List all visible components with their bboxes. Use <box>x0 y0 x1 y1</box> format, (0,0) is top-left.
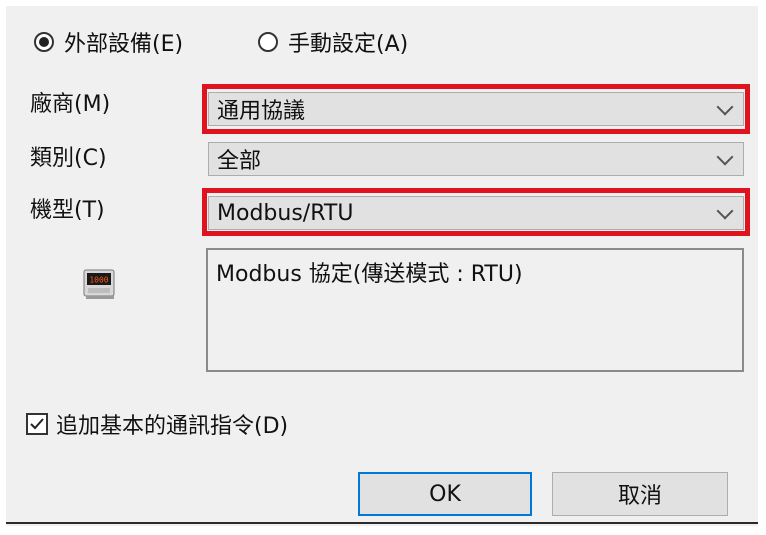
cancel-button[interactable]: 取消 <box>552 472 728 516</box>
device-display-text: 1000 <box>89 276 108 285</box>
radio-manual-setting-label: 手動設定(A) <box>288 32 409 57</box>
device-display-icon: 1000 <box>83 269 115 299</box>
chevron-down-icon <box>716 98 734 116</box>
chevron-down-icon <box>716 202 734 220</box>
category-select[interactable]: 全部 <box>208 142 744 176</box>
vendor-select-value: 通用協議 <box>217 99 306 124</box>
ok-button[interactable]: OK <box>358 472 532 516</box>
add-basic-commands-label: 追加基本的通訊指令(D) <box>56 414 289 439</box>
category-label: 類別(C) <box>30 146 107 171</box>
radio-external-device-label: 外部設備(E) <box>64 32 184 57</box>
radio-checked-icon <box>34 32 54 52</box>
model-select-value: Modbus/RTU <box>217 200 354 226</box>
radio-unchecked-icon <box>258 32 278 52</box>
checkbox[interactable] <box>26 413 48 435</box>
vendor-select[interactable]: 通用協議 <box>208 92 744 126</box>
model-label: 機型(T) <box>30 198 105 223</box>
description-box: Modbus 協定(傳送模式 : RTU) <box>206 248 744 372</box>
vendor-label: 廠商(M) <box>30 92 111 117</box>
bottom-divider <box>6 522 758 524</box>
radio-external-device[interactable]: 外部設備(E) <box>34 28 184 57</box>
description-text: Modbus 協定(傳送模式 : RTU) <box>216 262 523 287</box>
add-basic-commands-checkbox-row[interactable]: 追加基本的通訊指令(D) <box>26 408 288 440</box>
category-select-value: 全部 <box>217 149 262 174</box>
checkmark-icon <box>30 418 44 430</box>
chevron-down-icon <box>716 148 734 166</box>
radio-manual-setting[interactable]: 手動設定(A) <box>258 28 409 57</box>
model-select[interactable]: Modbus/RTU <box>208 196 744 230</box>
